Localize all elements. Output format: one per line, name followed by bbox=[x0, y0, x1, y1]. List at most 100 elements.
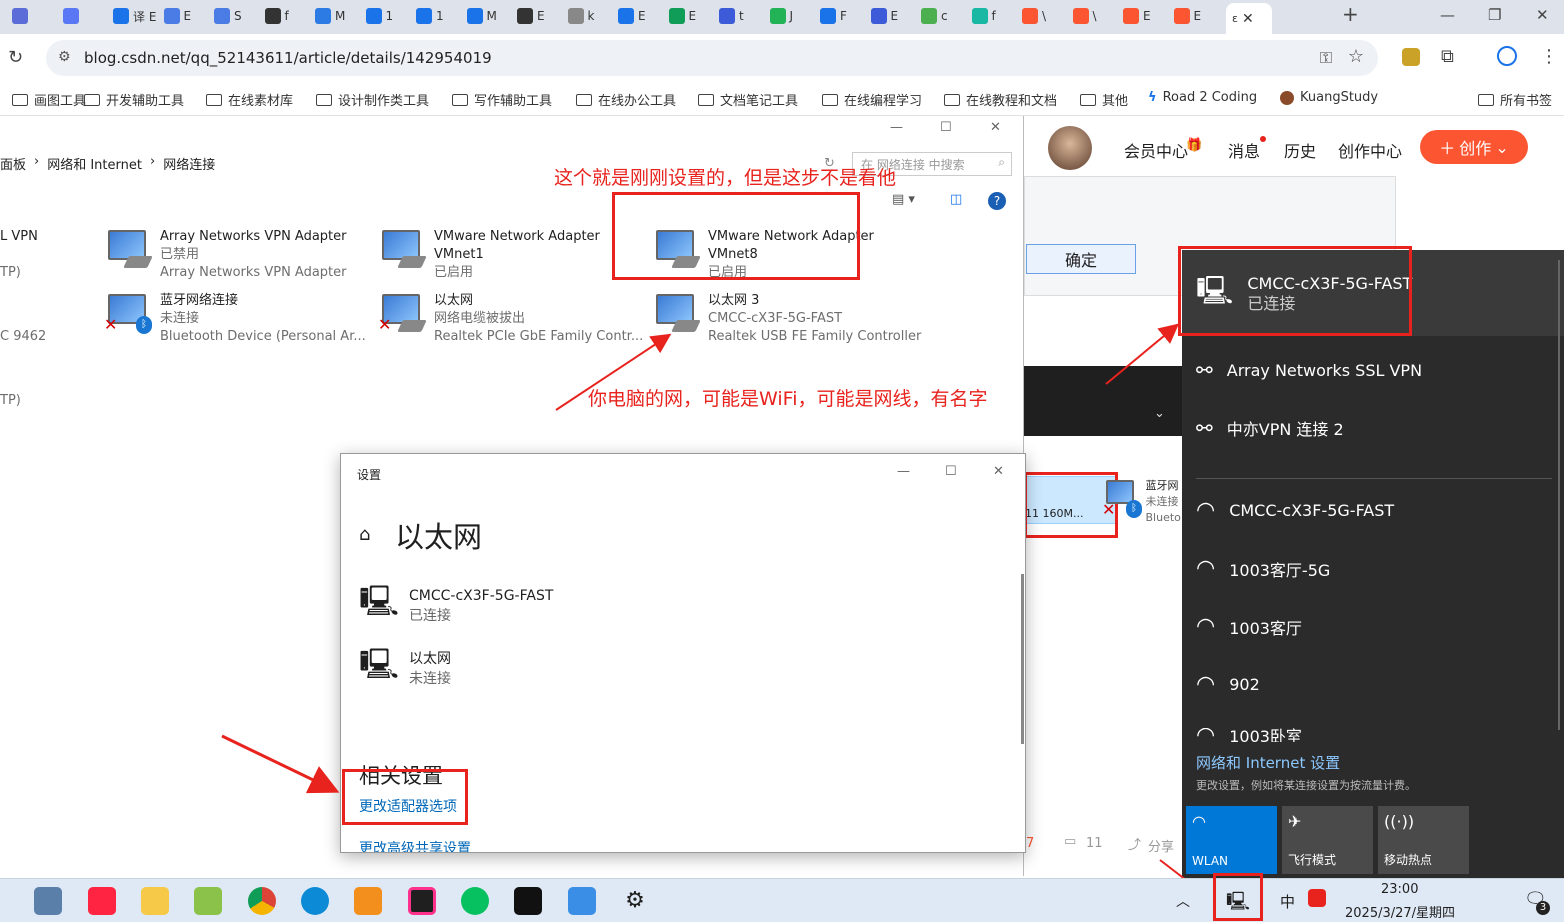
minimize-icon[interactable]: — bbox=[890, 120, 903, 135]
browser-tab[interactable]: F bbox=[820, 3, 866, 29]
bookmark-folder[interactable]: 设计制作类工具 bbox=[316, 90, 429, 109]
bookmark-folder[interactable]: 在线教程和文档 bbox=[944, 90, 1057, 109]
connection-item[interactable]: 🖳 以太网 未连接 bbox=[359, 649, 451, 689]
adapter-vmnet1[interactable]: VMware Network Adapter VMnet1 已启用 bbox=[378, 228, 614, 282]
network-settings-link[interactable]: 网络和 Internet 设置 bbox=[1196, 752, 1340, 773]
browser-tab[interactable] bbox=[12, 3, 58, 29]
adapter-ethernet[interactable]: ✕ 以太网 网络电缆被拔出 Realtek PCIe GbE Family Co… bbox=[378, 292, 643, 346]
help-icon[interactable]: ? bbox=[988, 192, 1006, 210]
breadcrumb-item[interactable]: 网络和 Internet bbox=[47, 154, 142, 173]
bookmark-road2coding[interactable]: ϟ Road 2 Coding bbox=[1148, 90, 1257, 105]
left-item[interactable]: L VPN bbox=[0, 229, 38, 244]
browser-tab[interactable]: E bbox=[1173, 3, 1220, 29]
minimize-icon[interactable]: — bbox=[897, 464, 910, 479]
airplane-mode-tile[interactable]: ✈ 飞行模式 bbox=[1282, 806, 1373, 874]
share-icon[interactable]: ⤴ bbox=[1128, 834, 1141, 853]
bookmark-folder[interactable]: 写作辅助工具 bbox=[452, 90, 552, 109]
browser-tab[interactable]: k bbox=[567, 3, 614, 29]
wlan-tile[interactable]: ◠ WLAN bbox=[1186, 806, 1277, 874]
control-panel-icon[interactable] bbox=[568, 887, 596, 915]
vpn-item[interactable]: ⚯ 中亦VPN 连接 2 bbox=[1196, 416, 1344, 440]
wifi-item[interactable]: ◠ CMCC-cX3F-5G-FAST bbox=[1196, 498, 1394, 523]
site-info-icon[interactable]: ⚙ bbox=[58, 49, 71, 65]
nav-creation-center[interactable]: 创作中心 bbox=[1338, 138, 1402, 162]
reload-icon[interactable]: ↻ bbox=[8, 47, 23, 68]
browser-tab[interactable]: M bbox=[315, 3, 361, 29]
file-explorer-icon[interactable] bbox=[141, 887, 169, 915]
nav-vip[interactable]: 会员中心 bbox=[1124, 138, 1188, 162]
bookmark-kuangstudy[interactable]: KuangStudy bbox=[1280, 90, 1378, 105]
browser-tab[interactable]: E bbox=[668, 3, 715, 29]
browser-tab[interactable]: c bbox=[921, 3, 967, 29]
create-button[interactable]: ＋ 创作 ⌄ bbox=[1420, 130, 1528, 164]
password-key-icon[interactable]: ⚿ bbox=[1320, 48, 1332, 68]
breadcrumb-item[interactable]: 网络连接 bbox=[163, 154, 215, 173]
wifi-item[interactable]: ◠ 1003客厅-5G bbox=[1196, 556, 1330, 581]
confirm-button[interactable]: 确定 bbox=[1026, 244, 1136, 274]
adapter-array-vpn[interactable]: Array Networks VPN Adapter 已禁用 Array Net… bbox=[104, 228, 347, 282]
bookmark-all[interactable]: 所有书签 bbox=[1478, 90, 1552, 109]
close-icon[interactable]: ✕ bbox=[993, 464, 1004, 479]
restore-icon[interactable]: ❐ bbox=[1488, 6, 1501, 24]
bookmark-folder[interactable]: 在线素材库 bbox=[206, 90, 293, 109]
home-icon[interactable]: ⌂ bbox=[359, 524, 370, 545]
tab-active[interactable]: ε ✕ bbox=[1226, 3, 1272, 34]
scrollbar[interactable] bbox=[1558, 260, 1560, 730]
chevron-down-icon[interactable]: ⌄ bbox=[1154, 406, 1165, 421]
breadcrumb-item[interactable]: 面板 bbox=[0, 154, 26, 173]
browser-tab[interactable]: f bbox=[264, 3, 311, 29]
menu-kebab-icon[interactable]: ⋮ bbox=[1540, 46, 1558, 67]
view-options-icon[interactable]: ▤ ▾ bbox=[892, 192, 915, 207]
bookmark-folder[interactable]: 开发辅助工具 bbox=[84, 90, 184, 109]
bookmark-folder[interactable]: 文档笔记工具 bbox=[698, 90, 798, 109]
task-manager-icon[interactable] bbox=[34, 887, 62, 915]
advanced-sharing-link[interactable]: 更改高级共享设置 bbox=[359, 838, 471, 852]
browser-tab[interactable]: \ bbox=[1022, 3, 1068, 29]
browser-tab[interactable] bbox=[62, 3, 109, 29]
profile-icon[interactable] bbox=[1497, 46, 1517, 66]
bookmark-folder[interactable]: 在线办公工具 bbox=[576, 90, 676, 109]
clock-date[interactable]: 2025/3/27/星期四 bbox=[1345, 902, 1455, 921]
sogou-icon[interactable] bbox=[1308, 889, 1326, 907]
wifi-item[interactable]: ◠ 902 bbox=[1196, 672, 1260, 697]
browser-tab[interactable]: 1 bbox=[365, 3, 412, 29]
browser-tab[interactable]: t bbox=[719, 3, 765, 29]
browser-tab[interactable]: E bbox=[163, 3, 210, 29]
adapter-ethernet-3[interactable]: 以太网 3 CMCC-cX3F-5G-FAST Realtek USB FE F… bbox=[652, 292, 921, 346]
left-item[interactable]: TP) bbox=[0, 265, 21, 280]
bookmark-folder[interactable]: 其他 bbox=[1080, 90, 1128, 109]
wechat-icon[interactable] bbox=[461, 887, 489, 915]
notepad-icon[interactable] bbox=[194, 887, 222, 915]
wifi-item[interactable]: ◠ 1003客厅 bbox=[1196, 614, 1302, 639]
scrollbar[interactable] bbox=[1021, 574, 1024, 744]
browser-tab[interactable]: E bbox=[618, 3, 664, 29]
browser-tab[interactable]: M bbox=[466, 3, 513, 29]
maximize-icon[interactable]: ☐ bbox=[940, 120, 952, 135]
close-icon[interactable]: ✕ bbox=[990, 120, 1001, 135]
browser-tab[interactable]: 译 E bbox=[113, 3, 159, 29]
url-field[interactable]: ⚙ blog.csdn.net/qq_52143611/article/deta… bbox=[46, 40, 1378, 76]
browser-tab[interactable]: 1 bbox=[416, 3, 462, 29]
nav-history[interactable]: 历史 bbox=[1284, 138, 1316, 162]
connection-item[interactable]: 🖳 CMCC-cX3F-5G-FAST 已连接 bbox=[359, 586, 553, 626]
bookmark-star-icon[interactable]: ☆ bbox=[1348, 46, 1364, 67]
minimize-icon[interactable]: — bbox=[1440, 6, 1455, 24]
browser-tab[interactable]: S bbox=[214, 3, 260, 29]
avatar[interactable] bbox=[1048, 126, 1092, 170]
bookmark-folder[interactable]: 画图工具 bbox=[12, 90, 86, 109]
close-icon[interactable]: ✕ bbox=[1242, 11, 1254, 27]
left-item[interactable]: C 9462 bbox=[0, 329, 46, 344]
edge-icon[interactable] bbox=[301, 887, 329, 915]
browser-tab[interactable]: E bbox=[870, 3, 917, 29]
browser-tab[interactable]: f bbox=[971, 3, 1018, 29]
ime-indicator[interactable]: 中 bbox=[1280, 891, 1295, 912]
chrome-icon[interactable] bbox=[248, 887, 276, 915]
terminal-icon[interactable] bbox=[514, 887, 542, 915]
browser-tab[interactable]: \ bbox=[1072, 3, 1119, 29]
intellij-icon[interactable] bbox=[408, 887, 436, 915]
maximize-icon[interactable]: ☐ bbox=[945, 464, 957, 479]
settings-gear-icon[interactable]: ⚙ bbox=[621, 887, 649, 915]
left-item[interactable]: TP) bbox=[0, 393, 21, 408]
browser-tab[interactable]: E bbox=[517, 3, 563, 29]
vpn-item[interactable]: ⚯ Array Networks SSL VPN bbox=[1196, 358, 1422, 382]
